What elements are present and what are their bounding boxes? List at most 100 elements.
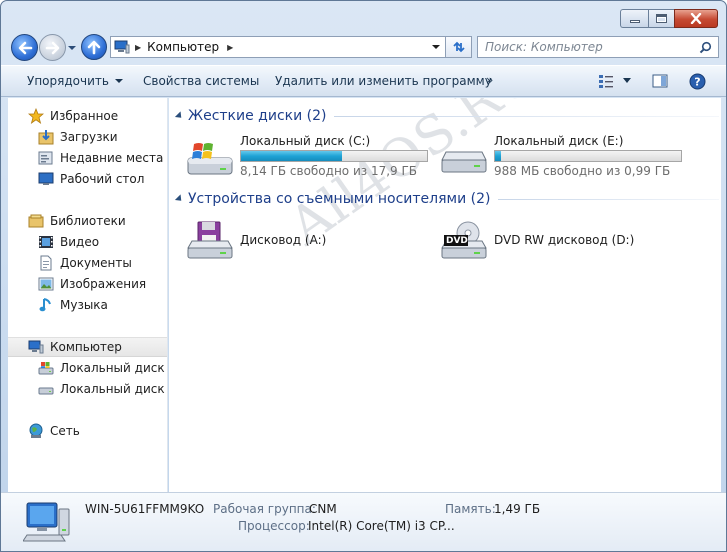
- processor-value: Intel(R) Core(TM) i3 CP...: [308, 519, 455, 533]
- group-divider: [498, 198, 719, 200]
- drive-free-space: 988 МБ свободно из 0,99 ГБ: [494, 164, 671, 178]
- computer-name: WIN-5U61FFMM9KO: [85, 502, 205, 516]
- sidebar-item-drive-e[interactable]: Локальный диск (E:): [8, 379, 167, 399]
- arrow-right-icon: [45, 41, 60, 55]
- drive-usage-bar: [240, 150, 428, 162]
- sidebar-item-label: Видео: [60, 235, 100, 249]
- search-icon[interactable]: [699, 41, 712, 54]
- processor-label: Процессор:: [238, 519, 310, 533]
- drive-usage-bar: [494, 150, 682, 162]
- navigation-bar: ▶ Компьютер ▶ Поиск: Компьютер: [1, 31, 726, 63]
- sidebar-item-pictures[interactable]: Изображения: [8, 274, 167, 294]
- sidebar-item-label: Локальный диск (C:): [60, 361, 167, 375]
- star-icon: [28, 108, 44, 124]
- sidebar-item-drive-c[interactable]: Локальный диск (C:): [8, 358, 167, 378]
- sidebar-item-favorites[interactable]: Избранное: [8, 106, 167, 126]
- chevron-down-icon: [114, 79, 123, 83]
- network-icon: [28, 423, 44, 439]
- dvd-badge: DVD: [446, 236, 468, 246]
- drive-name: Дисковод (A:): [240, 233, 327, 247]
- recent-pages-dropdown-icon[interactable]: [67, 43, 77, 53]
- collapse-triangle-icon[interactable]: [174, 194, 185, 204]
- windows-drive-icon: [187, 143, 233, 175]
- sidebar-item-label: Библиотеки: [50, 214, 126, 228]
- sidebar-item-label: Недавние места: [60, 151, 164, 165]
- search-placeholder[interactable]: Поиск: Компьютер: [485, 40, 603, 54]
- group-header-removable[interactable]: Устройства со съемными носителями (2): [174, 189, 719, 209]
- system-properties-button[interactable]: Свойства системы: [143, 74, 259, 88]
- maximize-icon: [656, 14, 667, 23]
- drive-item-e[interactable]: Локальный диск (E:) 988 МБ свободно из 0…: [440, 134, 692, 182]
- search-box[interactable]: Поиск: Компьютер: [477, 36, 719, 58]
- workgroup-label: Рабочая группа:: [213, 502, 316, 516]
- desktop-icon: [38, 171, 54, 187]
- organize-button[interactable]: Упорядочить: [27, 74, 123, 88]
- forward-button[interactable]: [39, 34, 66, 61]
- drive-name: Локальный диск (C:): [240, 134, 371, 148]
- sidebar-item-network[interactable]: Сеть: [8, 421, 167, 441]
- sidebar-item-computer[interactable]: Компьютер: [8, 337, 167, 357]
- address-dropdown-icon[interactable]: [431, 43, 441, 51]
- organize-label: Упорядочить: [27, 74, 109, 88]
- sidebar-item-label: Музыка: [60, 298, 108, 312]
- up-button[interactable]: [81, 34, 107, 60]
- sidebar-item-recent-places[interactable]: Недавние места: [8, 148, 167, 168]
- sidebar-item-libraries[interactable]: Библиотеки: [8, 211, 167, 231]
- drive-free-space: 8,14 ГБ свободно из 17,9 ГБ: [240, 164, 418, 178]
- computer-icon: [111, 37, 133, 57]
- refresh-icon: [452, 41, 465, 53]
- breadcrumb-computer[interactable]: Компьютер: [147, 40, 219, 54]
- drive-name: Локальный диск (E:): [494, 134, 624, 148]
- drive-item-a[interactable]: Дисковод (A:): [186, 217, 438, 265]
- sidebar-item-documents[interactable]: Документы: [8, 253, 167, 273]
- sidebar-item-label: Локальный диск (E:): [60, 382, 167, 396]
- preview-pane-icon[interactable]: [652, 73, 668, 89]
- sidebar-item-desktop[interactable]: Рабочий стол: [8, 169, 167, 189]
- pictures-icon: [38, 276, 54, 292]
- explorer-window: ▶ Компьютер ▶ Поиск: Компьютер Упорядочи…: [0, 0, 727, 552]
- sidebar-item-music[interactable]: Музыка: [8, 295, 167, 315]
- group-title: Жесткие диски (2): [188, 108, 327, 124]
- sidebar-item-downloads[interactable]: Загрузки: [8, 127, 167, 147]
- arrow-left-icon: [18, 41, 33, 55]
- caption-buttons: [620, 9, 718, 28]
- breadcrumb-separator[interactable]: ▶: [227, 43, 233, 52]
- sidebar-item-label: Документы: [60, 256, 132, 270]
- uninstall-program-button[interactable]: Удалить или изменить программу: [275, 74, 492, 88]
- arrow-up-icon: [87, 40, 101, 55]
- sidebar-item-video[interactable]: Видео: [8, 232, 167, 252]
- drive-name: DVD RW дисковод (D:): [494, 233, 635, 247]
- minimize-icon: [629, 20, 640, 23]
- details-pane: WIN-5U61FFMM9KO Рабочая группа: CNM Памя…: [1, 492, 726, 551]
- refresh-button[interactable]: [446, 36, 472, 58]
- breadcrumb-separator[interactable]: ▶: [135, 43, 141, 52]
- group-header-hard-drives[interactable]: Жесткие диски (2): [174, 106, 719, 126]
- sidebar-item-label: Избранное: [50, 109, 119, 123]
- floppy-drive-icon: [187, 221, 233, 259]
- libraries-icon: [28, 213, 44, 229]
- collapse-triangle-icon[interactable]: [174, 111, 185, 121]
- close-button[interactable]: [674, 9, 718, 28]
- view-options-dropdown-icon[interactable]: [623, 78, 631, 84]
- video-icon: [38, 234, 54, 250]
- change-view-icon[interactable]: [598, 73, 614, 89]
- content-pane: All4OS.RU Жесткие диски (2) Локальный ди…: [169, 98, 721, 492]
- drive-item-d[interactable]: DVD DVD RW дисковод (D:): [440, 217, 692, 265]
- group-divider: [334, 115, 719, 117]
- back-button[interactable]: [11, 34, 38, 61]
- documents-icon: [38, 255, 54, 271]
- address-bar[interactable]: ▶ Компьютер ▶: [110, 36, 446, 58]
- drive-icon: [38, 381, 54, 397]
- maximize-button[interactable]: [648, 9, 674, 28]
- sidebar-item-label: Рабочий стол: [60, 172, 145, 186]
- minimize-button[interactable]: [620, 9, 648, 28]
- drive-icon: [38, 360, 54, 376]
- svg-text:?: ?: [694, 76, 700, 89]
- memory-value: 1,49 ГБ: [494, 502, 541, 516]
- music-icon: [38, 297, 54, 313]
- sidebar-item-label: Изображения: [60, 277, 147, 291]
- help-icon[interactable]: ?: [689, 73, 706, 90]
- more-commands-button[interactable]: »: [486, 73, 493, 87]
- sidebar-item-label: Сеть: [50, 424, 80, 438]
- drive-item-c[interactable]: Локальный диск (C:) 8,14 ГБ свободно из …: [186, 134, 438, 182]
